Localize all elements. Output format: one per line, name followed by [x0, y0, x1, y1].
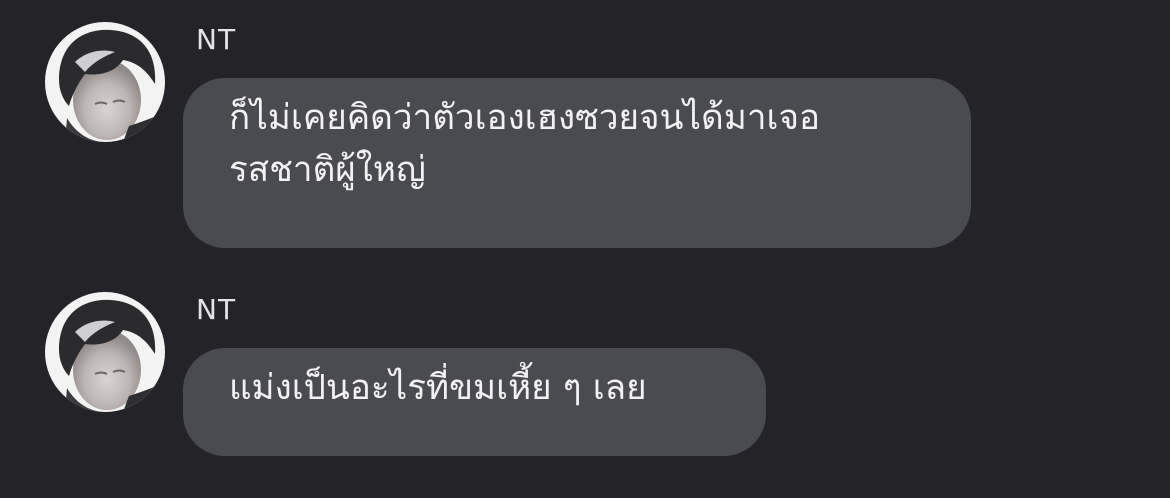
message-bubble[interactable]: ก็ไม่เคยคิดว่าตัวเองเฮงซวยจนได้มาเจอ รสช…	[183, 78, 971, 248]
avatar[interactable]	[45, 292, 165, 412]
avatar-photo-icon	[45, 292, 165, 412]
avatar[interactable]	[45, 22, 165, 142]
chat-thread: NT ก็ไม่เคยคิดว่าตัวเองเฮงซวยจนได้มาเจอ …	[0, 0, 1170, 498]
message-bubble[interactable]: แม่งเป็นอะไรที่ขมเหี้ย ๆ เลย	[183, 348, 766, 456]
sender-name: NT	[196, 293, 237, 326]
avatar-photo-icon	[45, 22, 165, 142]
sender-name: NT	[196, 23, 237, 56]
